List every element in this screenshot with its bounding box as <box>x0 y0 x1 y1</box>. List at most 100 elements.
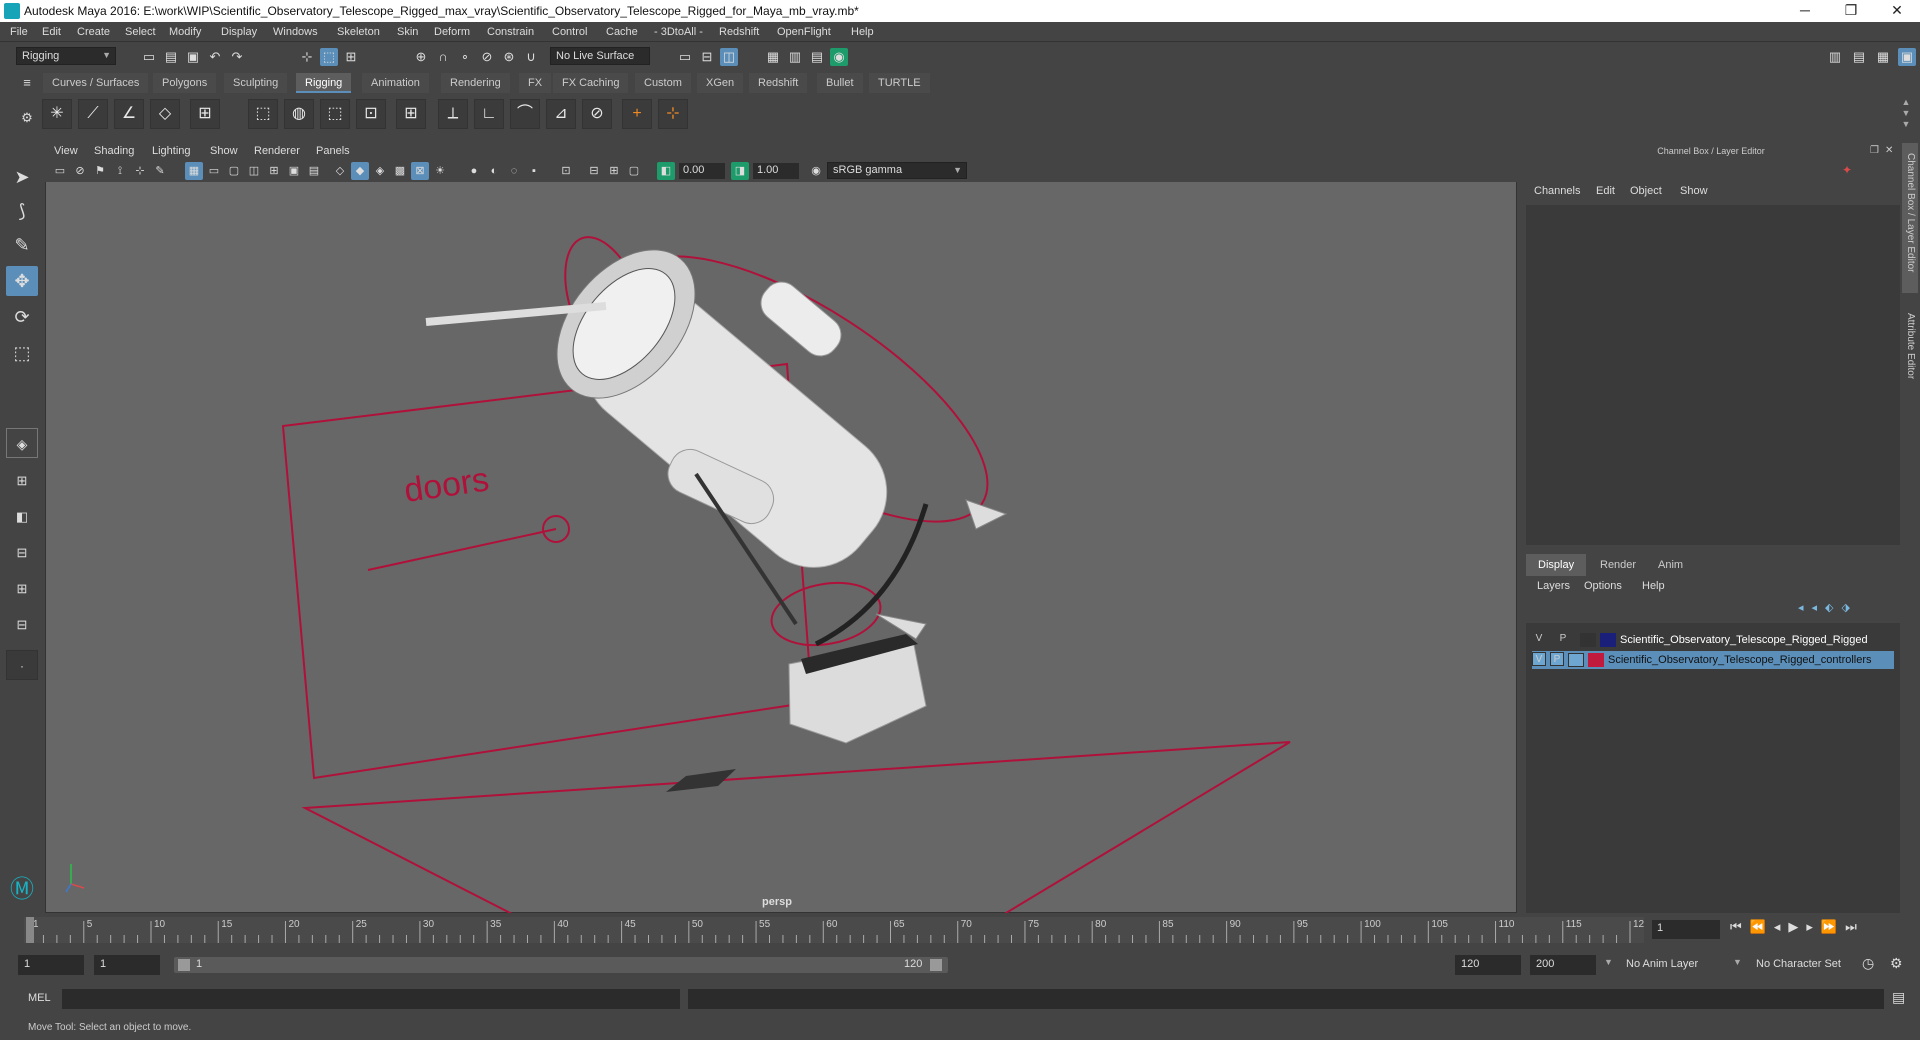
close-button[interactable]: ✕ <box>1874 0 1920 22</box>
lights-icon[interactable]: ☀ <box>431 162 449 180</box>
lattice-icon[interactable]: ⬚ <box>320 99 350 129</box>
snap-live-icon[interactable]: ⊛ <box>500 48 518 66</box>
layer-name[interactable]: Scientific_Observatory_Telescope_Rigged_… <box>1608 654 1872 666</box>
grid-toggle-icon[interactable]: ▦ <box>185 162 203 180</box>
persp-uv-layout-icon[interactable]: ⊟ <box>6 610 38 640</box>
tab-display[interactable]: Display <box>1526 554 1587 576</box>
input-output-icon[interactable]: ⊟ <box>698 48 716 66</box>
channels-menu[interactable]: Channels <box>1534 185 1580 197</box>
shadows-icon[interactable]: ● <box>465 162 483 180</box>
tab-sculpting[interactable]: Sculpting <box>224 73 288 93</box>
menu-deform[interactable]: Deform <box>434 26 470 38</box>
range-slider-bar[interactable]: 1 120 <box>174 957 948 973</box>
ambient-occlusion-icon[interactable]: ◐ <box>485 162 503 180</box>
menu-edit[interactable]: Edit <box>42 26 61 38</box>
paint-weights-icon[interactable]: ∟ <box>474 99 504 129</box>
tab-xgen[interactable]: XGen <box>697 73 744 93</box>
menu-help[interactable]: Help <box>851 26 874 38</box>
render-icon[interactable]: ◫ <box>720 48 738 66</box>
menu-control[interactable]: Control <box>552 26 587 38</box>
workspace-icon[interactable]: ▥ <box>1826 48 1844 66</box>
snap-grid-icon[interactable]: ⊕ <box>412 48 430 66</box>
wireframe-icon[interactable]: ◇ <box>331 162 349 180</box>
live-surface-field[interactable]: No Live Surface <box>550 47 650 65</box>
layer-move-icons[interactable]: ◂◂⬖⬗ <box>1798 601 1858 614</box>
sculpt-deformer-icon[interactable]: ◍ <box>284 99 314 129</box>
move-tool-icon[interactable]: ✥ <box>6 266 38 296</box>
paint-select-tool-icon[interactable]: ✎ <box>6 230 38 260</box>
grease-pencil-icon[interactable]: ✎ <box>151 162 169 180</box>
command-language-label[interactable]: MEL <box>28 992 51 1004</box>
animation-preferences-icon[interactable]: ⚙ <box>1890 955 1903 972</box>
base-control-plane[interactable] <box>301 741 1291 914</box>
aim-constraint-icon[interactable]: ⊘ <box>582 99 612 129</box>
anti-aliasing-icon[interactable]: ▪ <box>525 162 543 180</box>
range-end-handle[interactable] <box>930 959 942 971</box>
tab-rigging[interactable]: Rigging <box>296 73 352 93</box>
xray-icon[interactable]: ⊠ <box>411 162 429 180</box>
new-scene-icon[interactable]: ▭ <box>140 48 158 66</box>
layers-menu[interactable]: Layers <box>1537 580 1570 592</box>
orient-joint-icon[interactable]: ⟂ <box>438 99 468 129</box>
shelf-scroll-arrows[interactable]: ▲ ▼ ▼ <box>1898 97 1914 133</box>
ipr-render-icon[interactable]: ▥ <box>786 48 804 66</box>
tab-fx[interactable]: FX <box>519 73 552 93</box>
shelf-settings-icon[interactable]: ⚙ <box>18 111 36 126</box>
tab-fx-caching[interactable]: FX Caching <box>553 73 629 93</box>
layer-playback-toggle[interactable]: P <box>1550 652 1564 666</box>
playback-controls[interactable]: ⏮⏪◂▶▸⏩⏭ <box>1730 919 1865 935</box>
side-tab-attribute-editor-label[interactable]: Attribute Editor <box>1905 313 1916 379</box>
options-menu[interactable]: Options <box>1584 580 1622 592</box>
camera-attributes-icon[interactable]: ▭ <box>51 162 69 180</box>
isolate-select-icon[interactable]: ⊡ <box>557 162 575 180</box>
help-menu[interactable]: Help <box>1642 580 1665 592</box>
magnet-icon[interactable]: ∪ <box>522 48 540 66</box>
ik-handle-icon[interactable]: ⟋ <box>78 99 108 129</box>
motion-blur-icon[interactable]: ◌ <box>505 162 523 180</box>
safe-title-icon[interactable]: ▤ <box>305 162 323 180</box>
constraint-icon[interactable]: ⊿ <box>546 99 576 129</box>
exposure-field[interactable]: 0.00 <box>679 163 725 179</box>
tab-rendering[interactable]: Rendering <box>441 73 510 93</box>
rotate-tool-icon[interactable]: ⟳ <box>6 302 38 332</box>
redo-icon[interactable]: ↷ <box>228 48 246 66</box>
xray-joints-icon[interactable]: ⊟ <box>585 162 603 180</box>
view-transform-dropdown[interactable]: sRGB gamma ▼ <box>827 162 967 179</box>
joint-icon[interactable]: ✳ <box>42 99 72 129</box>
tab-animation[interactable]: Animation <box>362 73 429 93</box>
snap-view-plane-icon[interactable]: ⊘ <box>478 48 496 66</box>
float-panel-icon[interactable]: ❐ <box>1870 145 1879 156</box>
menu-redshift[interactable]: Redshift <box>719 26 759 38</box>
color-management-icon[interactable]: ◉ <box>807 162 825 180</box>
tab-bullet[interactable]: Bullet <box>817 73 863 93</box>
menu-skin[interactable]: Skin <box>397 26 418 38</box>
select-component-icon[interactable]: ⊞ <box>342 48 360 66</box>
auto-key-icon[interactable]: ◷ <box>1862 955 1874 972</box>
menu-3dtoall[interactable]: - 3DtoAll - <box>654 26 703 38</box>
viewport-menu-shading[interactable]: Shading <box>94 145 134 157</box>
tab-anim[interactable]: Anim <box>1646 554 1695 576</box>
exposure-icon[interactable]: ◧ <box>657 162 675 180</box>
menu-skeleton[interactable]: Skeleton <box>337 26 380 38</box>
time-ruler[interactable]: 1 5 10 15 20 25 30 35 40 45 50 55 60 65 70 75 80 85 90 95 10… <box>24 913 1644 947</box>
menu-constrain[interactable]: Constrain <box>487 26 534 38</box>
controller-icon[interactable]: ⊹ <box>658 99 688 129</box>
select-tool-icon[interactable]: ➤ <box>6 162 38 192</box>
bookmark-icon[interactable]: ⚑ <box>91 162 109 180</box>
menu-set-dropdown[interactable]: Rigging ▼ <box>16 47 116 65</box>
open-scene-icon[interactable]: ▤ <box>162 48 180 66</box>
tab-polygons[interactable]: Polygons <box>153 73 217 93</box>
chevron-down-icon[interactable]: ▼ <box>1733 957 1742 967</box>
scene-start-field[interactable]: 1 <box>18 955 84 975</box>
wire-icon[interactable]: ⊞ <box>396 99 426 129</box>
skin-bind-icon[interactable]: ⬚ <box>248 99 278 129</box>
safe-action-icon[interactable]: ▣ <box>285 162 303 180</box>
lasso-tool-icon[interactable]: ⟆ <box>6 196 38 226</box>
menu-openflight[interactable]: OpenFlight <box>777 26 831 38</box>
layer-name[interactable]: Scientific_Observatory_Telescope_Rigged_… <box>1620 634 1868 646</box>
gamma-field[interactable]: 1.00 <box>753 163 799 179</box>
scale-tool-icon[interactable]: ⬚ <box>6 338 38 368</box>
tab-custom[interactable]: Custom <box>635 73 691 93</box>
range-start-handle[interactable] <box>178 959 190 971</box>
layer-color-swatch[interactable] <box>1600 633 1616 647</box>
